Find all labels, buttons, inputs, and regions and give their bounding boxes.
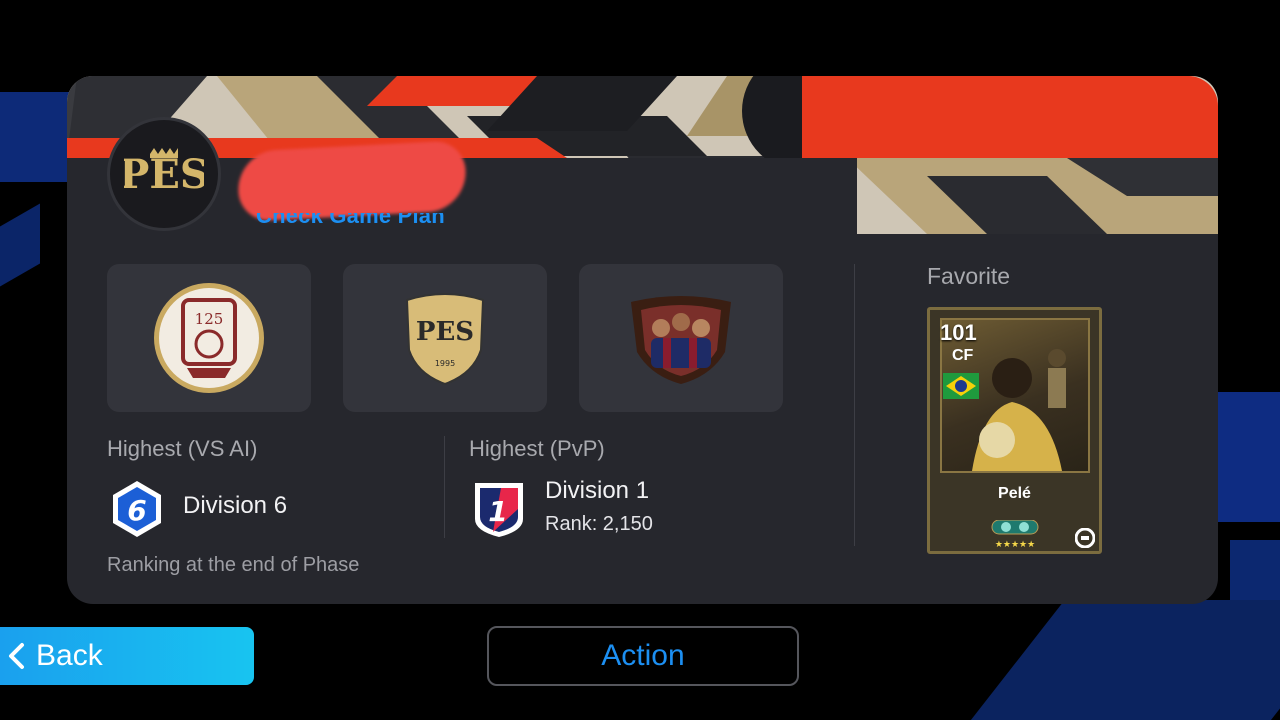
highest-ai-division: Division 6 xyxy=(183,492,288,519)
player-position: CF xyxy=(952,347,974,364)
player-rating: 101 xyxy=(940,320,977,345)
background-stripe xyxy=(955,600,1280,720)
badge-slot-2[interactable]: PES 1995 xyxy=(343,264,547,412)
division-6-badge-icon: 6 xyxy=(113,481,161,537)
division-1-number: 1 xyxy=(488,495,507,528)
divider xyxy=(854,264,855,546)
efootball-logo-icon xyxy=(1075,528,1095,548)
division-1-badge-icon: 1 xyxy=(475,483,523,537)
badge-slot-3[interactable] xyxy=(579,264,783,412)
background-stripe xyxy=(0,203,40,287)
svg-text:PES: PES xyxy=(124,151,204,198)
back-label: Back xyxy=(36,639,103,672)
back-button[interactable]: Back xyxy=(0,627,254,685)
svg-text:1995: 1995 xyxy=(435,359,455,368)
pvp-rank: Rank: 2,150 xyxy=(545,513,653,535)
profile-banner xyxy=(67,76,1218,234)
bayern-125-badge-icon: 125 xyxy=(154,283,264,393)
highest-vs-ai-label: Highest (VS AI) xyxy=(107,436,258,461)
divider xyxy=(444,436,445,538)
background-stripe xyxy=(1230,540,1280,600)
badge-slot-1[interactable]: 125 xyxy=(107,264,311,412)
action-label: Action xyxy=(601,639,685,672)
favorite-player-card[interactable]: 101 CF Pelé ★★★★★ xyxy=(927,307,1102,554)
player-name: Pelé xyxy=(998,485,1031,502)
svg-text:★★★★★: ★★★★★ xyxy=(995,540,1035,550)
pes-1995-shield-icon: PES 1995 xyxy=(405,293,485,386)
background-stripe xyxy=(1218,392,1280,522)
barcelona-trio-badge-icon xyxy=(631,296,731,384)
svg-text:125: 125 xyxy=(195,310,224,328)
svg-text:PES: PES xyxy=(416,317,474,347)
player-card-rarity-icon: ★★★★★ xyxy=(991,520,1039,550)
pes-emblem-icon: PES xyxy=(107,117,221,231)
chevron-left-icon xyxy=(9,643,24,669)
action-button[interactable]: Action xyxy=(487,626,799,686)
division-6-number: 6 xyxy=(127,494,146,527)
background-stripe xyxy=(0,92,70,182)
ranking-note: Ranking at the end of Phase xyxy=(107,554,360,576)
highest-pvp-division: Division 1 xyxy=(545,477,650,504)
brazil-flag-icon xyxy=(943,373,979,399)
favorite-label: Favorite xyxy=(927,263,1011,289)
highest-pvp-label: Highest (PvP) xyxy=(469,436,605,461)
redacted-username xyxy=(236,140,468,222)
